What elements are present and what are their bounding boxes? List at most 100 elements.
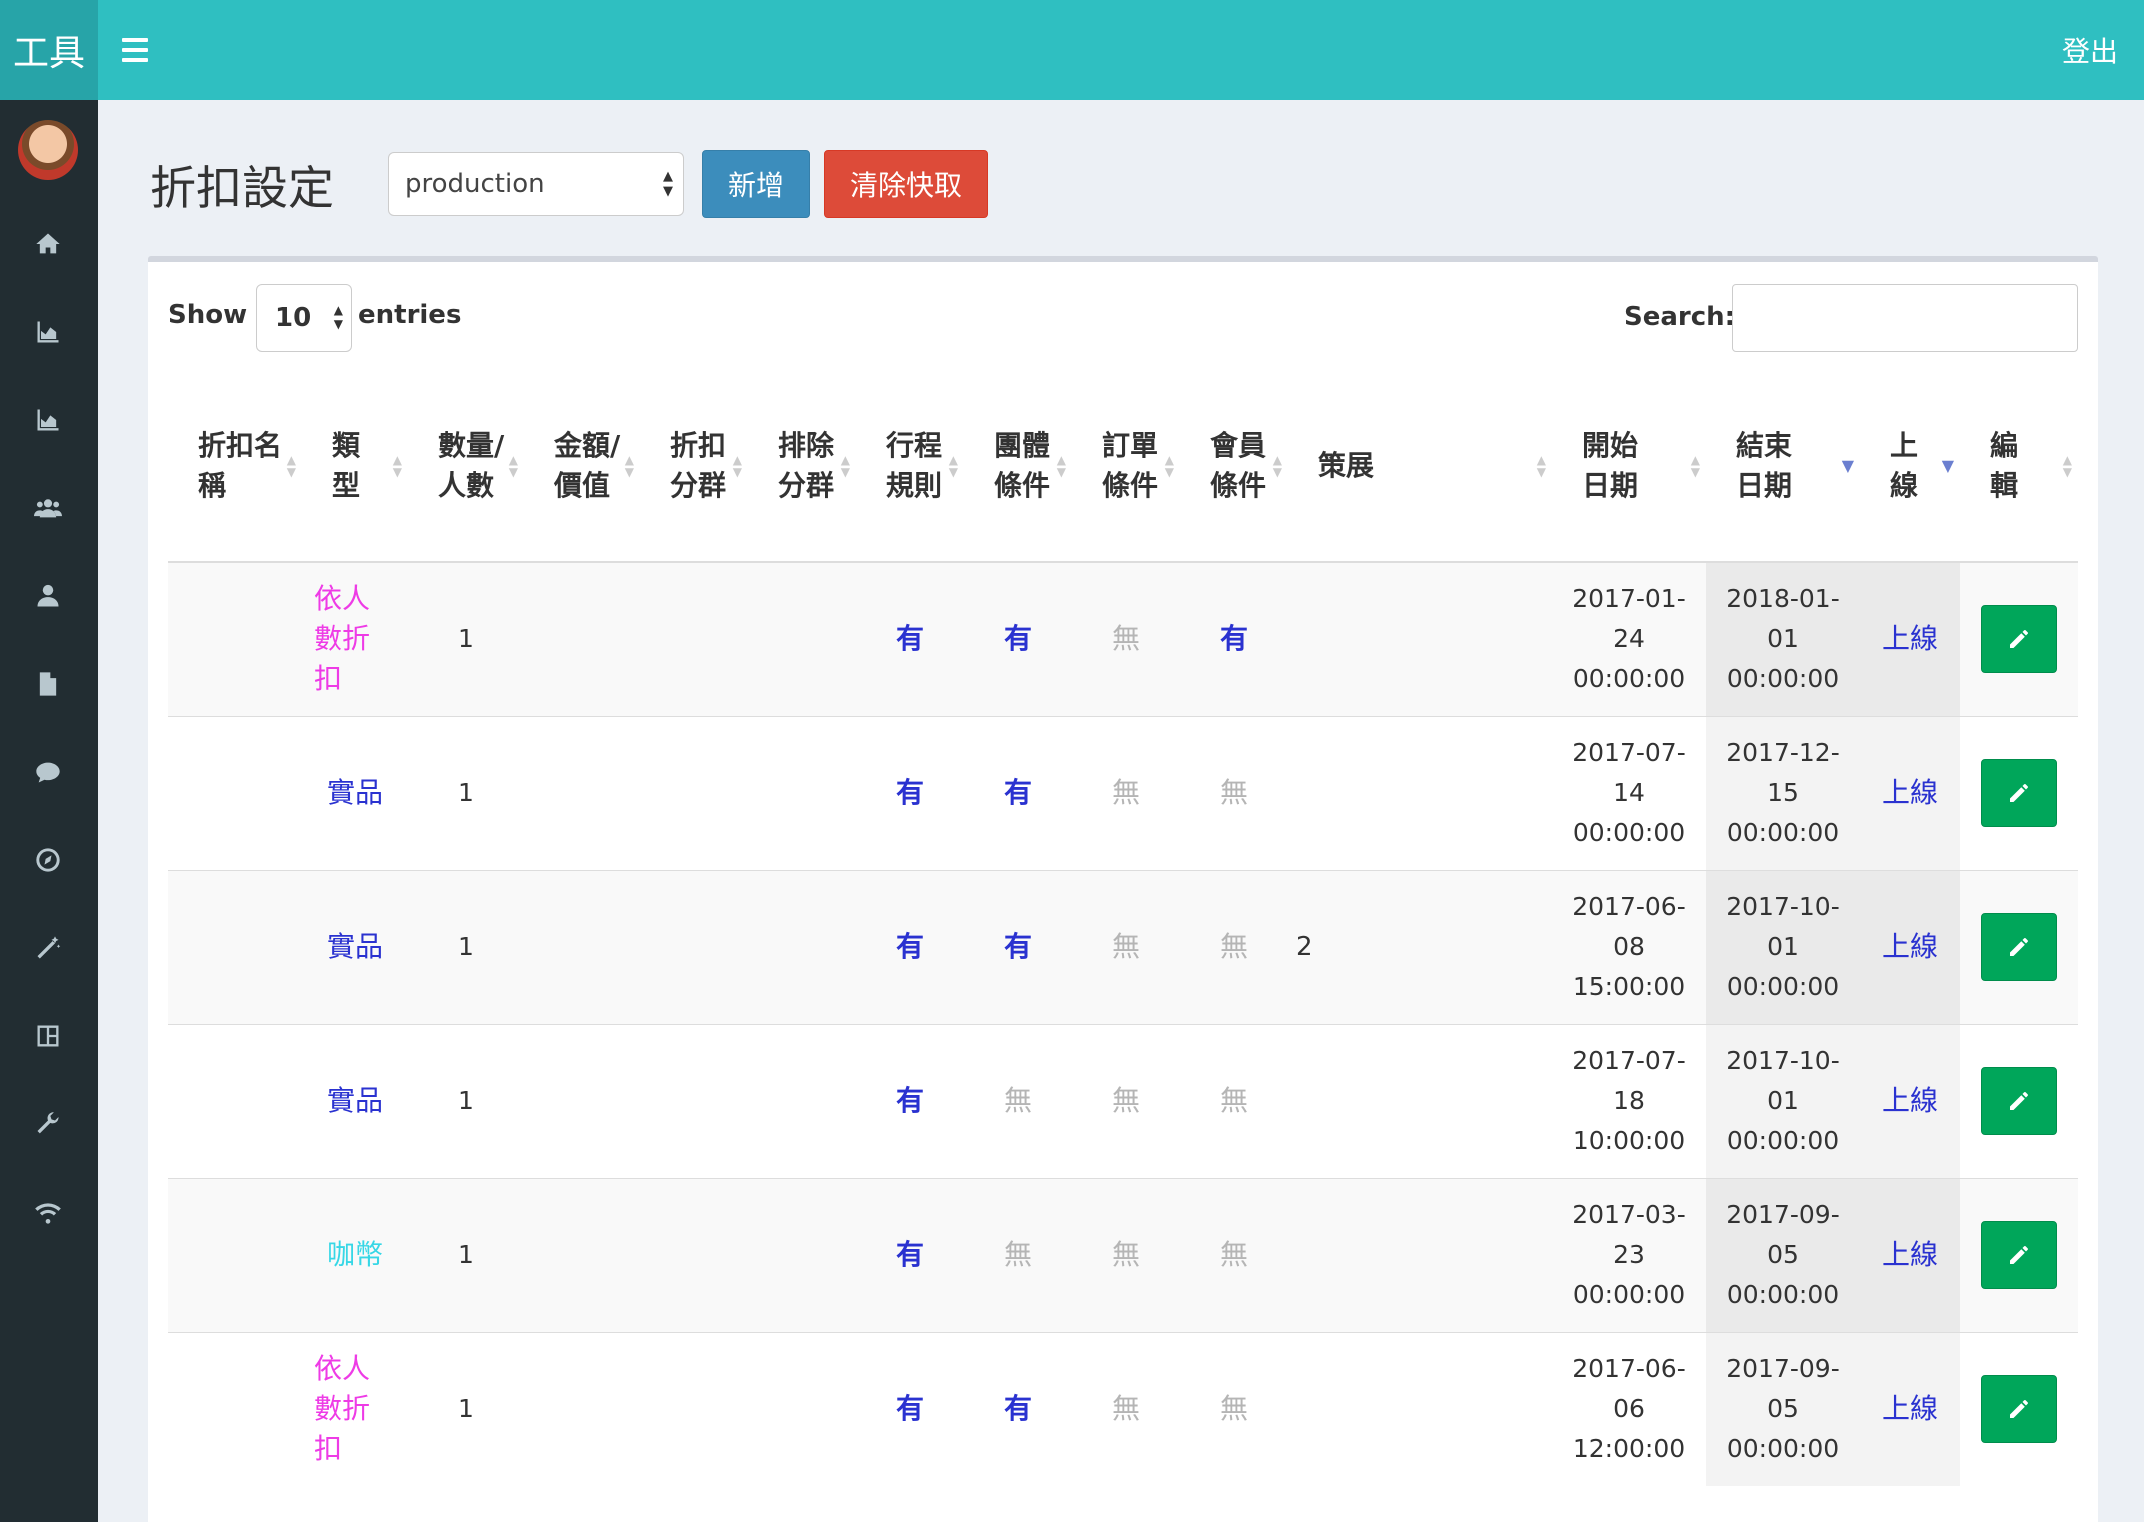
date-part: 15 [1767, 778, 1799, 807]
pencil-icon [2010, 630, 2028, 649]
area-chart-icon[interactable] [30, 402, 66, 438]
column-header[interactable]: 排除分群 ▲ ▼ [748, 370, 856, 563]
order-condition-cell: 無 [1072, 1023, 1180, 1178]
discount-type: 實品 [326, 929, 383, 963]
member-condition-cell: 無 [1180, 1177, 1288, 1332]
online-status-link[interactable]: 上線 [1882, 1392, 1938, 1425]
edit-button[interactable] [1981, 913, 2057, 981]
flag-value: 有 [1219, 621, 1248, 655]
column-header[interactable]: 編輯 ▲ ▼ [1960, 370, 2078, 563]
column-header-label: 訂單條件 [1102, 428, 1159, 502]
amount-cell [524, 869, 640, 1024]
online-status-link[interactable]: 上線 [1882, 776, 1938, 809]
file-icon[interactable] [30, 666, 66, 702]
table-row: 依人數折扣 1 有 有 無 有 2017-01- 24 00:00:00 2018-01- 01 00… [168, 561, 2078, 716]
dashboard-icon[interactable] [30, 1018, 66, 1054]
avatar[interactable] [18, 120, 78, 180]
flag-value: 無 [1111, 1237, 1140, 1271]
column-header[interactable]: 訂單條件 ▲ ▼ [1072, 370, 1180, 563]
logout-link[interactable]: 登出 [2062, 30, 2118, 70]
column-header[interactable]: 金額/價值 ▲ ▼ [524, 370, 640, 563]
curation-cell [1288, 561, 1552, 716]
edit-cell [1960, 715, 2078, 870]
start-date-cell: 2017-07- 18 10:00:00 [1552, 1023, 1706, 1178]
start-date-cell: 2017-03- 23 00:00:00 [1552, 1177, 1706, 1332]
magic-icon[interactable] [30, 930, 66, 966]
app-logo[interactable]: 工具 [0, 0, 98, 100]
environment-select-value: production [405, 169, 545, 199]
member-condition-cell: 有 [1180, 561, 1288, 716]
order-condition-cell: 無 [1072, 561, 1180, 716]
sort-both-icon: ▲ ▼ [948, 452, 958, 479]
page-length-select[interactable]: 10 ▲ ▼ [256, 284, 352, 352]
table-row: 實品 1 有 無 無 無 2017-07- 18 10:00:00 2017-10- 01 00:00… [168, 1023, 2078, 1178]
date-part: 05 [1767, 1394, 1799, 1424]
date-part: 2017-01- [1572, 584, 1686, 614]
trip-rule-cell: 有 [856, 1023, 964, 1178]
edit-button[interactable] [1981, 759, 2057, 827]
search-input[interactable] [1732, 284, 2078, 352]
flag-value: 有 [895, 1391, 924, 1425]
discount-group-cell [640, 715, 748, 870]
edit-button[interactable] [1981, 1221, 2057, 1289]
wifi-icon[interactable] [30, 1194, 66, 1230]
edit-button[interactable] [1981, 1067, 2057, 1135]
member-condition-cell: 無 [1180, 1331, 1288, 1486]
sort-desc-icon: ▼ [1941, 455, 1954, 475]
pencil-icon [2010, 784, 2028, 802]
column-header-label: 金額/價值 [554, 428, 621, 502]
column-header[interactable]: 折扣分群 ▲ ▼ [640, 370, 748, 563]
quantity-cell: 1 [408, 1177, 524, 1332]
column-header[interactable]: 數量/人數 ▲ ▼ [408, 370, 524, 563]
column-header[interactable]: 策展 ▲ ▼ [1288, 370, 1552, 563]
wrench-icon[interactable] [30, 1106, 66, 1142]
discount-group-cell [640, 1023, 748, 1178]
column-header[interactable]: 折扣名稱 ▲ ▼ [168, 370, 302, 563]
compass-icon[interactable] [30, 842, 66, 878]
area-chart-icon[interactable] [30, 314, 66, 350]
column-header[interactable]: 類型 ▲ ▼ [302, 370, 408, 563]
online-status-link[interactable]: 上線 [1882, 622, 1938, 655]
users-icon[interactable] [30, 490, 66, 526]
date-part: 12:00:00 [1572, 1434, 1686, 1464]
discount-name-cell [168, 1177, 302, 1332]
flag-value: 有 [895, 1083, 924, 1117]
column-header-label: 折扣名稱 [198, 428, 283, 502]
edit-cell [1960, 561, 2078, 716]
column-header[interactable]: 上線 ▼ [1860, 370, 1960, 563]
online-status-link[interactable]: 上線 [1882, 1238, 1938, 1271]
user-icon[interactable] [30, 578, 66, 614]
date-part: 01 [1767, 624, 1799, 654]
column-header[interactable]: 行程規則 ▲ ▼ [856, 370, 964, 563]
environment-select[interactable]: production ▲ ▼ [388, 152, 684, 216]
column-header[interactable]: 結束日期 ▼ [1706, 370, 1860, 563]
end-date-cell: 2017-10- 01 00:00:00 [1706, 869, 1860, 1024]
online-status-link[interactable]: 上線 [1882, 930, 1938, 963]
column-header[interactable]: 開始日期 ▲ ▼ [1552, 370, 1706, 563]
comments-icon[interactable] [30, 754, 66, 790]
date-part: 00:00:00 [1726, 818, 1840, 847]
home-icon[interactable] [30, 226, 66, 262]
edit-button[interactable] [1981, 605, 2057, 674]
online-status-link[interactable]: 上線 [1882, 1084, 1938, 1117]
date-part: 2017-10- [1726, 1046, 1840, 1075]
amount-cell [524, 1331, 640, 1486]
end-date-cell: 2017-09- 05 00:00:00 [1706, 1331, 1860, 1486]
table-row: 實品 1 有 有 無 無 2017-07- 14 00:00:00 2017-12- 15 00:00… [168, 715, 2078, 870]
add-button[interactable]: 新增 [702, 150, 810, 218]
flag-value: 有 [1003, 775, 1032, 809]
menu-toggle-icon[interactable] [122, 32, 158, 68]
online-cell: 上線 [1860, 561, 1960, 716]
online-cell: 上線 [1860, 1177, 1960, 1332]
column-header[interactable]: 會員條件 ▲ ▼ [1180, 370, 1288, 563]
column-header[interactable]: 團體條件 ▲ ▼ [964, 370, 1072, 563]
clear-cache-button[interactable]: 清除快取 [824, 150, 988, 218]
member-condition-cell: 無 [1180, 715, 1288, 870]
date-part: 2017-07- [1572, 1046, 1686, 1075]
type-cell: 實品 [302, 869, 408, 1024]
flag-value: 有 [895, 621, 924, 655]
edit-cell [1960, 1177, 2078, 1332]
sort-both-icon: ▲ ▼ [1056, 452, 1066, 479]
edit-button[interactable] [1981, 1375, 2057, 1444]
sidebar [0, 100, 98, 1522]
